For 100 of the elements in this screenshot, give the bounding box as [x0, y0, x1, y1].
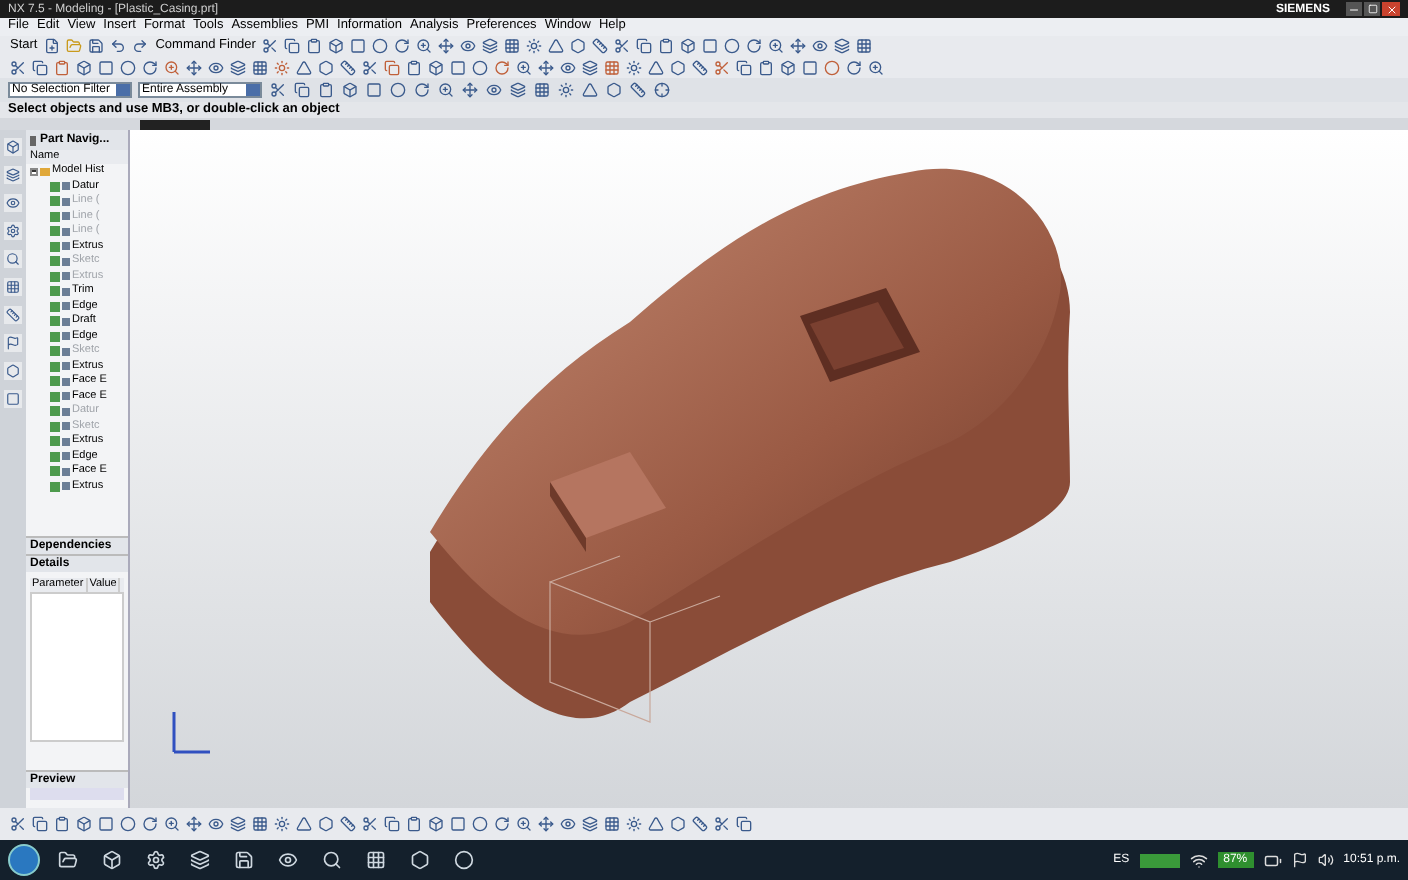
circle-icon[interactable]	[118, 58, 136, 76]
move-icon[interactable]	[789, 37, 808, 55]
cube-icon[interactable]	[340, 81, 358, 99]
zoom-icon[interactable]	[767, 37, 786, 55]
clipboard-icon[interactable]	[305, 37, 324, 55]
ruler-icon[interactable]	[690, 815, 708, 833]
ruler-icon[interactable]	[690, 58, 708, 76]
resource-bar-icon[interactable]	[4, 194, 22, 212]
scissors-icon[interactable]	[8, 815, 26, 833]
zoom-icon[interactable]	[866, 58, 884, 76]
rotate-icon[interactable]	[393, 37, 412, 55]
eye-icon[interactable]	[558, 815, 576, 833]
resource-bar-icon[interactable]	[4, 334, 22, 352]
zoom-icon[interactable]	[162, 815, 180, 833]
copy-icon[interactable]	[734, 815, 752, 833]
crosshair-icon[interactable]	[652, 81, 670, 99]
resource-bar-icon[interactable]	[4, 362, 22, 380]
eye-icon[interactable]	[206, 815, 224, 833]
triangle-icon[interactable]	[580, 81, 598, 99]
new-file-icon[interactable]	[43, 37, 62, 55]
grid-icon[interactable]	[855, 37, 874, 55]
resource-bar-icon[interactable]	[4, 278, 22, 296]
scissors-icon[interactable]	[268, 81, 286, 99]
sun-icon[interactable]	[624, 815, 642, 833]
move-icon[interactable]	[536, 815, 554, 833]
grid-icon[interactable]	[602, 815, 620, 833]
cube-icon[interactable]	[426, 815, 444, 833]
copy-icon[interactable]	[292, 81, 310, 99]
clipboard-icon[interactable]	[52, 58, 70, 76]
grid-icon[interactable]	[602, 58, 620, 76]
eye-icon[interactable]	[558, 58, 576, 76]
circle-icon[interactable]	[470, 815, 488, 833]
zoom-icon[interactable]	[415, 37, 434, 55]
scissors-icon[interactable]	[8, 58, 26, 76]
scissors-icon[interactable]	[261, 37, 280, 55]
square-icon[interactable]	[349, 37, 368, 55]
resource-bar-icon[interactable]	[4, 166, 22, 184]
ruler-icon[interactable]	[628, 81, 646, 99]
move-icon[interactable]	[460, 81, 478, 99]
maximize-button[interactable]	[1364, 2, 1380, 16]
hexagon-icon[interactable]	[316, 815, 334, 833]
grid-icon[interactable]	[532, 81, 550, 99]
square-icon[interactable]	[96, 815, 114, 833]
circle-icon[interactable]	[822, 58, 840, 76]
circle-icon[interactable]	[723, 37, 742, 55]
triangle-icon[interactable]	[646, 58, 664, 76]
move-icon[interactable]	[536, 58, 554, 76]
clipboard-icon[interactable]	[756, 58, 774, 76]
resource-bar-icon[interactable]	[4, 222, 22, 240]
sun-icon[interactable]	[272, 58, 290, 76]
grid-icon[interactable]	[503, 37, 522, 55]
grid-icon[interactable]	[250, 815, 268, 833]
scissors-icon[interactable]	[712, 58, 730, 76]
clipboard-icon[interactable]	[657, 37, 676, 55]
clipboard-icon[interactable]	[52, 815, 70, 833]
copy-icon[interactable]	[30, 58, 48, 76]
minimize-button[interactable]	[1346, 2, 1362, 16]
circle-icon[interactable]	[118, 815, 136, 833]
resource-bar-icon[interactable]	[4, 138, 22, 156]
layers-icon[interactable]	[580, 58, 598, 76]
copy-icon[interactable]	[734, 58, 752, 76]
layers-icon[interactable]	[228, 58, 246, 76]
zoom-icon[interactable]	[162, 58, 180, 76]
sun-icon[interactable]	[556, 81, 574, 99]
triangle-icon[interactable]	[294, 58, 312, 76]
clipboard-icon[interactable]	[316, 81, 334, 99]
clipboard-icon[interactable]	[404, 58, 422, 76]
square-icon[interactable]	[448, 815, 466, 833]
move-icon[interactable]	[437, 37, 456, 55]
ruler-icon[interactable]	[338, 58, 356, 76]
copy-icon[interactable]	[382, 58, 400, 76]
cube-icon[interactable]	[74, 58, 92, 76]
eye-icon[interactable]	[459, 37, 478, 55]
eye-icon[interactable]	[484, 81, 502, 99]
resource-bar-icon[interactable]	[4, 306, 22, 324]
scissors-icon[interactable]	[613, 37, 632, 55]
hexagon-icon[interactable]	[668, 815, 686, 833]
layers-icon[interactable]	[580, 815, 598, 833]
zoom-icon[interactable]	[436, 81, 454, 99]
scissors-icon[interactable]	[360, 58, 378, 76]
rotate-icon[interactable]	[492, 815, 510, 833]
triangle-icon[interactable]	[547, 37, 566, 55]
square-icon[interactable]	[364, 81, 382, 99]
square-icon[interactable]	[800, 58, 818, 76]
move-icon[interactable]	[184, 58, 202, 76]
resource-bar-icon[interactable]	[4, 390, 22, 408]
circle-icon[interactable]	[371, 37, 390, 55]
layers-icon[interactable]	[481, 37, 500, 55]
copy-icon[interactable]	[635, 37, 654, 55]
zoom-icon[interactable]	[514, 815, 532, 833]
save-icon[interactable]	[87, 37, 106, 55]
rotate-icon[interactable]	[140, 815, 158, 833]
zoom-icon[interactable]	[514, 58, 532, 76]
triangle-icon[interactable]	[646, 815, 664, 833]
scissors-icon[interactable]	[712, 815, 730, 833]
resource-bar-icon[interactable]	[4, 250, 22, 268]
hexagon-icon[interactable]	[604, 81, 622, 99]
rotate-icon[interactable]	[140, 58, 158, 76]
redo-icon[interactable]	[131, 37, 150, 55]
circle-icon[interactable]	[388, 81, 406, 99]
